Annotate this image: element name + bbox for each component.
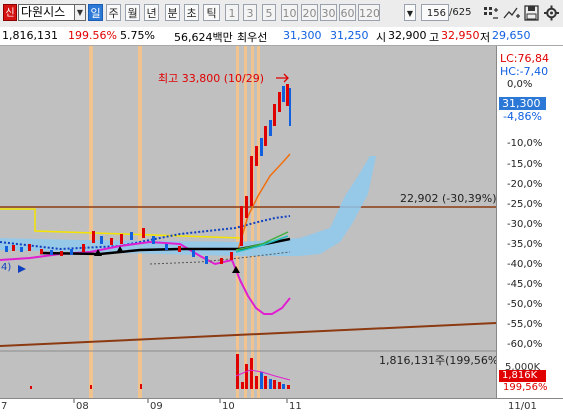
interval-dropdown-button[interactable]: ▼ [404, 4, 416, 21]
price-chart[interactable]: 최고 33,800 (10/29) 22,902 (-30,39%) 1,816… [0, 46, 503, 398]
trade-amount: 56,624백만 [174, 31, 233, 44]
open-label: 시 [376, 31, 387, 44]
price-axis[interactable]: LC:76,84 HC:-7,40 0,0% 31,300 -4,86% -10… [496, 46, 563, 398]
axis-tick-10: -10,0% [507, 138, 543, 149]
period-month-button[interactable]: 월 [125, 4, 140, 21]
long-trend-line [0, 322, 497, 347]
price-chart-canvas [0, 46, 497, 398]
period-minute-button[interactable]: 분 [165, 4, 180, 21]
period-week-button[interactable]: 주 [106, 4, 121, 21]
drawing-tools-icon[interactable] [482, 4, 500, 22]
volume-bars [30, 354, 290, 389]
interval-5-button[interactable]: 5 [262, 4, 276, 21]
left-label: 4) [1, 262, 12, 273]
interval-60-button[interactable]: 60 [339, 4, 356, 21]
ask-price: 31,300 [283, 29, 322, 42]
stock-name-input[interactable]: 다원시스 [18, 4, 75, 21]
settings-icon[interactable] [543, 4, 560, 22]
axis-tick-20: -20,0% [507, 179, 543, 190]
period-day-button[interactable]: 일 [88, 4, 103, 21]
axis-tick-30: -30,0% [507, 219, 543, 230]
candles-rally [240, 84, 291, 246]
axis-tick-45: -45,0% [507, 279, 543, 290]
left-marker-arrow [18, 265, 26, 273]
yellow-average-line [0, 208, 241, 239]
interval-3-button[interactable]: 3 [243, 4, 257, 21]
lc-value: LC:76,84 [500, 52, 550, 65]
count-input[interactable]: 156 [421, 4, 449, 21]
stock-type-badge: 신 [3, 4, 17, 21]
high-annotation-arrow [276, 73, 289, 83]
priority-label: 최우선 [237, 31, 268, 44]
low-price: 29,650 [492, 29, 531, 42]
interval-30-button[interactable]: 30 [320, 4, 337, 21]
level-annotation: 22,902 (-30,39%) [400, 192, 497, 205]
ichimoku-cloud [0, 156, 376, 256]
axis-tick-0: 0,0% [507, 79, 533, 90]
axis-tick-50: -50,0% [507, 299, 543, 310]
date-axis-ticks [73, 399, 288, 403]
turnover-rate: 5.75% [120, 29, 155, 42]
quote-info-bar: 1,816,131 199.56% 5.75% 56,624백만 최우선 31,… [0, 27, 563, 46]
high-annotation: 최고 33,800 (10/29) [158, 72, 265, 85]
chart-toolbar: 신 다원시스 ▼ 일 주 월 년 분 초 틱 1 3 5 10 20 30 60… [0, 0, 563, 28]
period-tick-button[interactable]: 틱 [203, 4, 220, 21]
volume-value: 1,816,131 [2, 29, 58, 42]
volume-annotation: 1,816,131주(199,56%) [379, 354, 503, 367]
indicator-add-icon[interactable] [503, 4, 521, 22]
interval-120-button[interactable]: 120 [358, 4, 380, 21]
axis-tick-35: -35,0% [507, 239, 543, 250]
volume-ratio: 199.56% [68, 29, 117, 42]
save-icon[interactable] [523, 4, 540, 22]
stock-dropdown-button[interactable]: ▼ [74, 4, 86, 21]
axis-tick-55: -55,0% [507, 319, 543, 330]
period-second-button[interactable]: 초 [184, 4, 199, 21]
interval-1-button[interactable]: 1 [225, 4, 239, 21]
volume-tag: 1,816K [499, 370, 546, 382]
bid-price: 31,250 [330, 29, 369, 42]
axis-tick-60: -60,0% [507, 339, 543, 350]
high-label: 고 [429, 31, 440, 44]
price-change: -4,86% [503, 110, 542, 123]
current-price-tag: 31,300 [499, 97, 546, 110]
axis-tick-15: -15,0% [507, 159, 543, 170]
low-label: 저 [480, 31, 491, 44]
axis-tick-25: -25,0% [507, 199, 543, 210]
interval-10-button[interactable]: 10 [281, 4, 298, 21]
high-price: 32,950 [441, 29, 480, 42]
highlight-bars [89, 46, 260, 398]
open-price: 32,900 [388, 29, 427, 42]
interval-20-button[interactable]: 20 [301, 4, 318, 21]
axis-tick-40: -40,0% [507, 259, 543, 270]
period-year-button[interactable]: 년 [144, 4, 159, 21]
volume-percent: 199,56% [503, 382, 548, 393]
date-axis[interactable]: 7 08 09 10 11 11/01 [0, 398, 563, 416]
count-total: /625 [449, 7, 472, 18]
hc-value: HC:-7,40 [500, 65, 549, 78]
